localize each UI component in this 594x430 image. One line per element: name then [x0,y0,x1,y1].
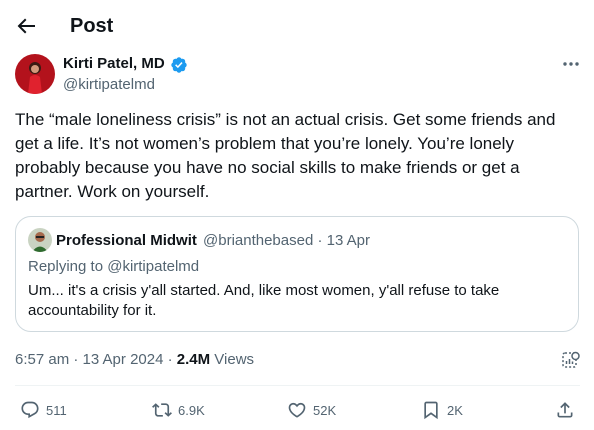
author-handle[interactable]: @kirtipatelmd [63,76,155,94]
author-avatar[interactable] [15,54,55,94]
quoted-replying-to: Replying to @kirtipatelmd [28,258,200,275]
quoted-post[interactable]: Professional Midwit @brianthebased · 13 … [15,216,579,332]
analytics-icon[interactable] [561,350,581,370]
quoted-author-handle-date[interactable]: @brianthebased · 13 Apr [203,232,370,250]
post-text: The “male loneliness crisis” is not an a… [15,110,556,201]
like-button[interactable]: 52K [287,398,336,422]
repost-button[interactable]: 6.9K [152,398,205,422]
share-icon [557,402,573,418]
share-button[interactable] [555,398,575,422]
quoted-author-avatar[interactable] [28,228,52,252]
reply-count: 511 [46,402,67,418]
bookmark-button[interactable]: 2K [421,398,463,422]
reply-icon [21,401,39,419]
like-count: 52K [313,402,337,418]
bookmark-count: 2K [447,402,463,418]
like-icon [288,402,306,418]
quoted-text: Um... it's a crisis y'all started. And, … [28,282,500,319]
views-label: Views [210,351,255,368]
page-title: Post [70,15,114,37]
divider [15,385,580,386]
views-count: 2.4M [176,351,211,368]
bookmark-icon [424,401,438,420]
author-name[interactable]: Kirti Patel, MD [63,55,165,73]
quoted-author-name[interactable]: Professional Midwit [56,232,197,250]
post-meta: 6:57 am · 13 Apr 2024 · 2.4M Views [15,350,254,370]
verified-badge-icon[interactable] [170,56,188,74]
repost-count: 6.9K [178,402,205,418]
repost-icon [152,403,172,417]
back-arrow-icon[interactable] [14,14,38,38]
more-icon[interactable] [561,56,581,72]
post-timestamp[interactable]: 6:57 am · 13 Apr 2024 · [15,351,177,368]
reply-button[interactable]: 511 [20,398,67,422]
